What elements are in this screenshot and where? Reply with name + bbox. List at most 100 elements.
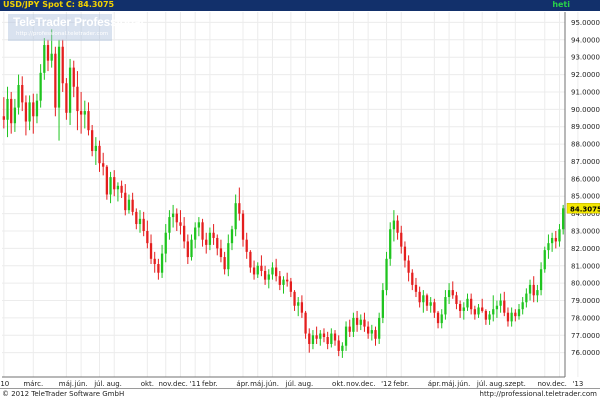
candle-body [363,319,366,327]
candle-body [370,330,373,334]
x-tick-label: aug. [298,380,313,388]
candle-body [149,243,153,259]
candle-body [378,317,381,339]
candle-body [39,72,42,101]
y-tick-label: 77.0000 [571,332,600,340]
candle-body [492,309,495,315]
y-tick-label: 82.0000 [571,245,600,253]
candle-body [201,222,204,240]
candle-body [102,163,105,167]
candle-body [76,86,79,112]
x-tick-label: okt. [332,380,345,388]
candle-body [216,237,219,249]
instrument-quote: USD/JPY Spot C: 84.3075 [3,0,115,9]
x-tick-label: ápr. [428,380,441,388]
candle-body [300,302,304,313]
candle-body [17,85,20,108]
x-tick-label: dec. [552,380,567,388]
candle-body [433,302,436,313]
x-tick-label: nov. [346,380,361,388]
x-tick-label: júl. [476,380,488,388]
candle-body [333,333,337,341]
candle-body [477,307,480,315]
candle-body [385,258,388,291]
candle-body [425,295,429,306]
price-chart: 76.0000 77.0000 78.0000 79.0000 80.0000 81.00… [0,12,600,388]
x-tick-label: jún. [74,380,88,388]
candle-body [550,237,554,244]
candle-body [157,264,160,273]
chart-window: 76.0000 77.0000 78.0000 79.0000 80.0000 81.00… [0,0,600,401]
candle-body [473,309,476,315]
candle-body [238,203,241,214]
x-tick-label: jún. [265,380,279,388]
candle-body [481,307,484,311]
candle-body [234,203,237,230]
candle-body [297,302,300,306]
y-tick-label: 80.0000 [571,280,600,288]
candle-body [120,185,123,193]
candle-body [219,248,223,258]
candle-body [127,199,131,211]
interval-label[interactable]: heti [552,0,570,11]
candle-body [183,225,186,242]
candle-body [407,260,410,273]
candle-body [488,314,491,320]
x-tick-label: ápr. [236,380,249,388]
x-tick-label: '12 [381,380,392,388]
grid-layer [2,12,579,377]
candle-body [352,317,355,332]
y-tick-label: 83.0000 [571,228,600,236]
footer-link[interactable]: http://professional.teletrader.com [480,390,597,398]
y-tick-label: 88.0000 [571,141,600,149]
candle-body [414,284,418,292]
candle-body [330,333,333,344]
candle-body [46,45,50,61]
candle-body [304,312,307,334]
y-tick-label: 81.0000 [571,262,600,270]
candle-body [68,67,72,113]
candle-body [153,258,156,265]
candle-body [50,53,53,61]
title-bar: USD/JPY Spot C: 84.3075 heti [0,0,600,11]
watermark-url: http://professional.teletrader.com [16,31,109,37]
candle-body [543,250,546,270]
candle-body [135,211,138,225]
candle-body [274,267,278,277]
candle-body [175,213,178,223]
x-tick-label: okt. [141,380,154,388]
footer: © 2012 TeleTrader Software GmbH http://p… [0,388,600,401]
watermark-brand: TeleTrader Professional [13,15,144,29]
y-tick-label: 94.0000 [571,36,600,44]
candle-body [348,326,351,332]
x-tick-label: '11 [190,380,201,388]
candle-body [212,232,215,238]
x-tick-label: júl. [285,380,297,388]
x-tick-label: '10 [0,380,9,388]
candle-body [142,218,145,231]
x-tick-label: febr. [202,380,218,388]
candle-body [521,302,524,310]
candle-body [6,98,9,120]
candle-body [458,304,462,311]
candle-body [2,116,5,120]
x-tick-label: febr. [393,380,409,388]
last-price-label: 84.3075 [570,205,600,213]
candle-body [429,302,432,306]
candle-body [510,312,513,322]
candle-body [83,111,86,115]
x-tick-label: máj. [59,380,74,388]
candle-body [32,102,35,117]
candles-layer [2,29,565,358]
candle-body [245,239,248,252]
candle-body [528,284,532,294]
candle-body [311,335,315,344]
x-tick-label: júl. [93,380,105,388]
teletrader-logo-watermark: TeleTrader Professional http://professio… [8,14,144,41]
candle-body [94,145,97,152]
candle-body [10,98,13,124]
candle-body [396,220,399,233]
candle-body [499,300,502,306]
x-tick-label: máj. [250,380,265,388]
candle-body [282,279,285,285]
